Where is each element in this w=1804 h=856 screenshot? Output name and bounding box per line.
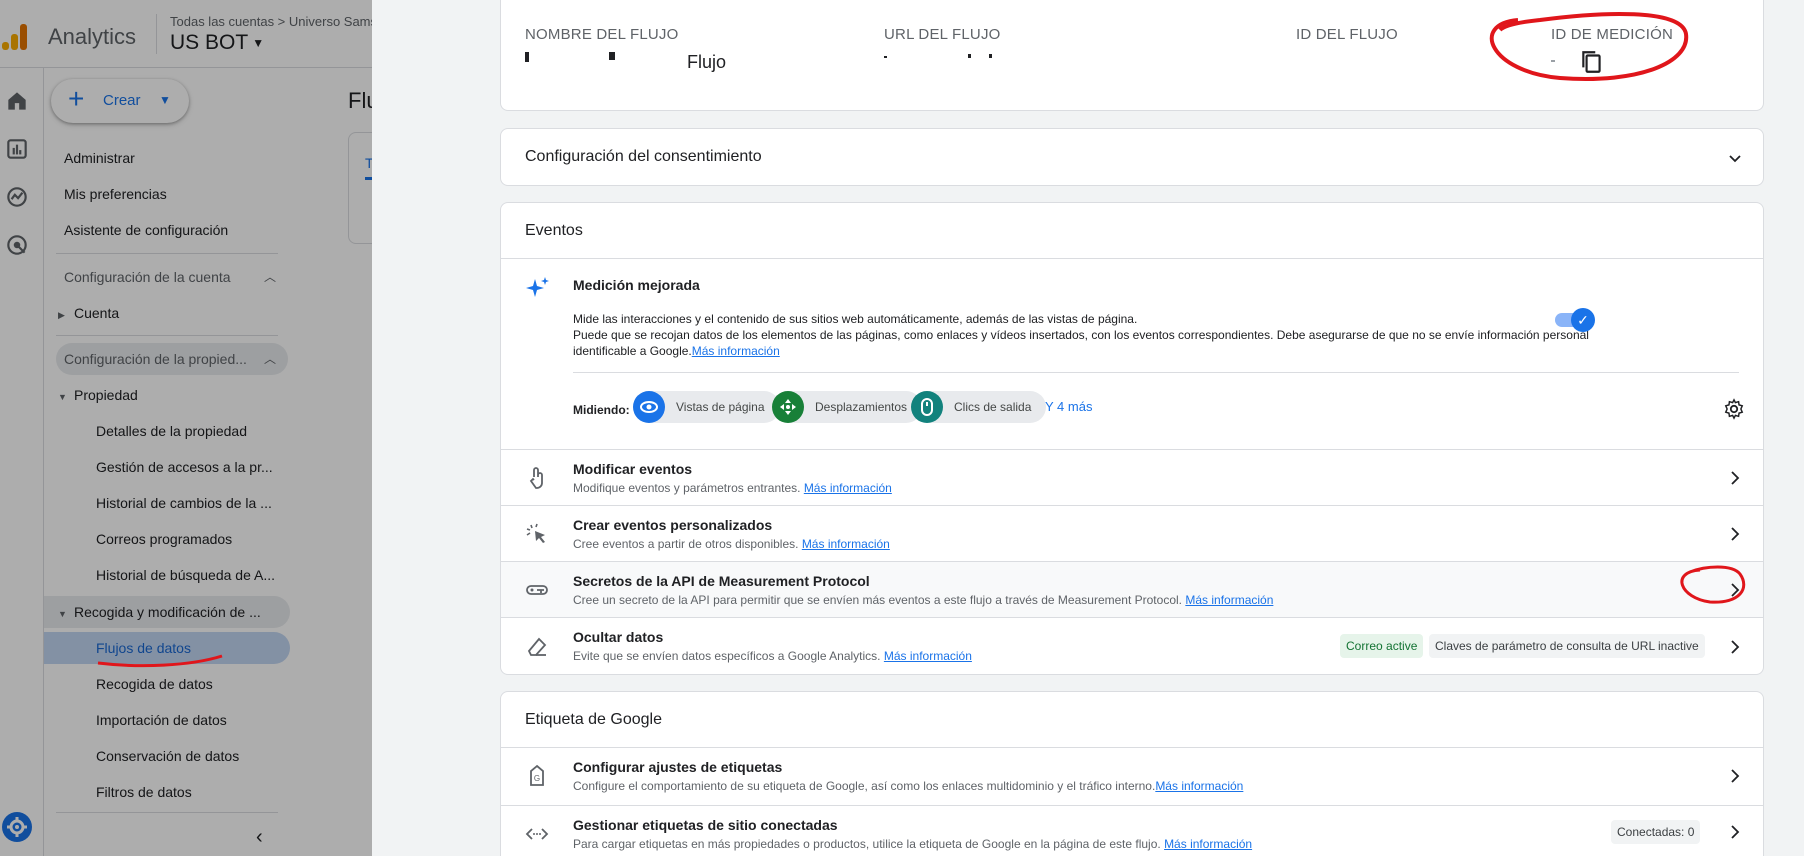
mouse-icon (911, 391, 943, 423)
enhanced-desc-2: Puede que se recojan datos de los elemen… (573, 328, 1589, 342)
move-icon (772, 391, 804, 423)
eye-icon (633, 391, 665, 423)
chevron-right-icon[interactable] (1727, 824, 1743, 840)
enhanced-measurement-title: Medición mejorada (573, 277, 700, 293)
stream-url-label: URL DEL FLUJO (884, 26, 1001, 43)
google-tag-card: Etiqueta de Google G Configurar ajustes … (500, 691, 1764, 856)
stream-name-label: NOMBRE DEL FLUJO (525, 26, 679, 43)
stream-id-label: ID DEL FLUJO (1296, 26, 1398, 43)
measuring-label: Midiendo: (573, 403, 630, 417)
copy-icon[interactable] (1579, 48, 1605, 76)
tag-icon: G (530, 764, 544, 786)
chevron-right-icon[interactable] (1727, 768, 1743, 784)
svg-text:G: G (534, 774, 540, 783)
modify-events-row[interactable]: Modificar eventos Modifique eventos y pa… (501, 449, 1763, 505)
measurement-id-label: ID DE MEDICIÓN (1551, 26, 1673, 43)
connected-count-badge: Conectadas: 0 (1611, 820, 1701, 844)
manage-connected-tags-row[interactable]: Gestionar etiquetas de sitio conectadas … (501, 805, 1763, 856)
consent-card[interactable]: Configuración del consentimiento (500, 128, 1764, 186)
more-info-link[interactable]: Más información (1155, 779, 1243, 793)
create-events-row[interactable]: Crear eventos personalizados Cree evento… (501, 505, 1763, 561)
scrim[interactable] (0, 0, 372, 856)
chevron-right-icon[interactable] (1727, 470, 1743, 486)
click-icon (526, 523, 545, 543)
stream-url-value (884, 54, 994, 58)
chevron-right-icon[interactable] (1727, 582, 1743, 598)
measurement-protocol-secrets-row[interactable]: Secretos de la API de Measurement Protoc… (501, 561, 1763, 617)
stream-details-card: NOMBRE DEL FLUJO Flujo URL DEL FLUJO ID … (500, 0, 1764, 111)
more-info-link[interactable]: Más información (1164, 837, 1252, 851)
stream-details-drawer: NOMBRE DEL FLUJO Flujo URL DEL FLUJO ID … (372, 0, 1804, 856)
consent-title: Configuración del consentimiento (525, 148, 762, 165)
gear-icon[interactable] (1723, 398, 1745, 420)
sparkle-icon (526, 277, 549, 297)
enhanced-desc-1: Mide las interacciones y el contenido de… (573, 312, 1138, 326)
eraser-icon (527, 637, 547, 656)
more-info-link[interactable]: Más información (884, 649, 972, 663)
email-active-tag: Correo active (1340, 634, 1424, 658)
more-info-link[interactable]: Más información (802, 537, 890, 551)
check-icon: ✓ (1571, 308, 1595, 332)
key-icon (526, 585, 548, 595)
chevron-right-icon[interactable] (1727, 526, 1743, 542)
url-params-inactive-tag: Claves de parámetro de consulta de URL i… (1429, 634, 1705, 658)
redact-data-row[interactable]: Ocultar datos Evite que se envíen datos … (501, 617, 1763, 674)
chip-page-views[interactable]: Vistas de página (633, 391, 780, 423)
chevron-right-icon[interactable] (1727, 639, 1743, 655)
touch-icon (529, 467, 543, 489)
measurement-id-value (1551, 60, 1555, 62)
stream-name-value: Flujo (525, 52, 726, 73)
events-card: Eventos Medición mejorada Mide las inter… (500, 202, 1764, 675)
enhanced-desc-3: identificable a Google.Más información (573, 344, 780, 358)
code-icon (525, 828, 549, 840)
chip-scrolls[interactable]: Desplazamientos (772, 391, 923, 423)
configure-tag-settings-row[interactable]: G Configurar ajustes de etiquetas Config… (501, 748, 1763, 805)
chevron-down-icon[interactable] (1727, 150, 1743, 166)
and-more-link[interactable]: Y 4 más (1045, 399, 1092, 414)
enhanced-measurement-toggle[interactable]: ✓ (1555, 308, 1595, 332)
google-tag-title: Etiqueta de Google (501, 692, 1763, 748)
chip-outbound-clicks[interactable]: Clics de salida (911, 391, 1047, 423)
more-info-link[interactable]: Más información (804, 481, 892, 495)
more-info-link[interactable]: Más información (1185, 593, 1273, 607)
more-info-link[interactable]: Más información (692, 344, 780, 358)
events-title: Eventos (501, 203, 1763, 259)
